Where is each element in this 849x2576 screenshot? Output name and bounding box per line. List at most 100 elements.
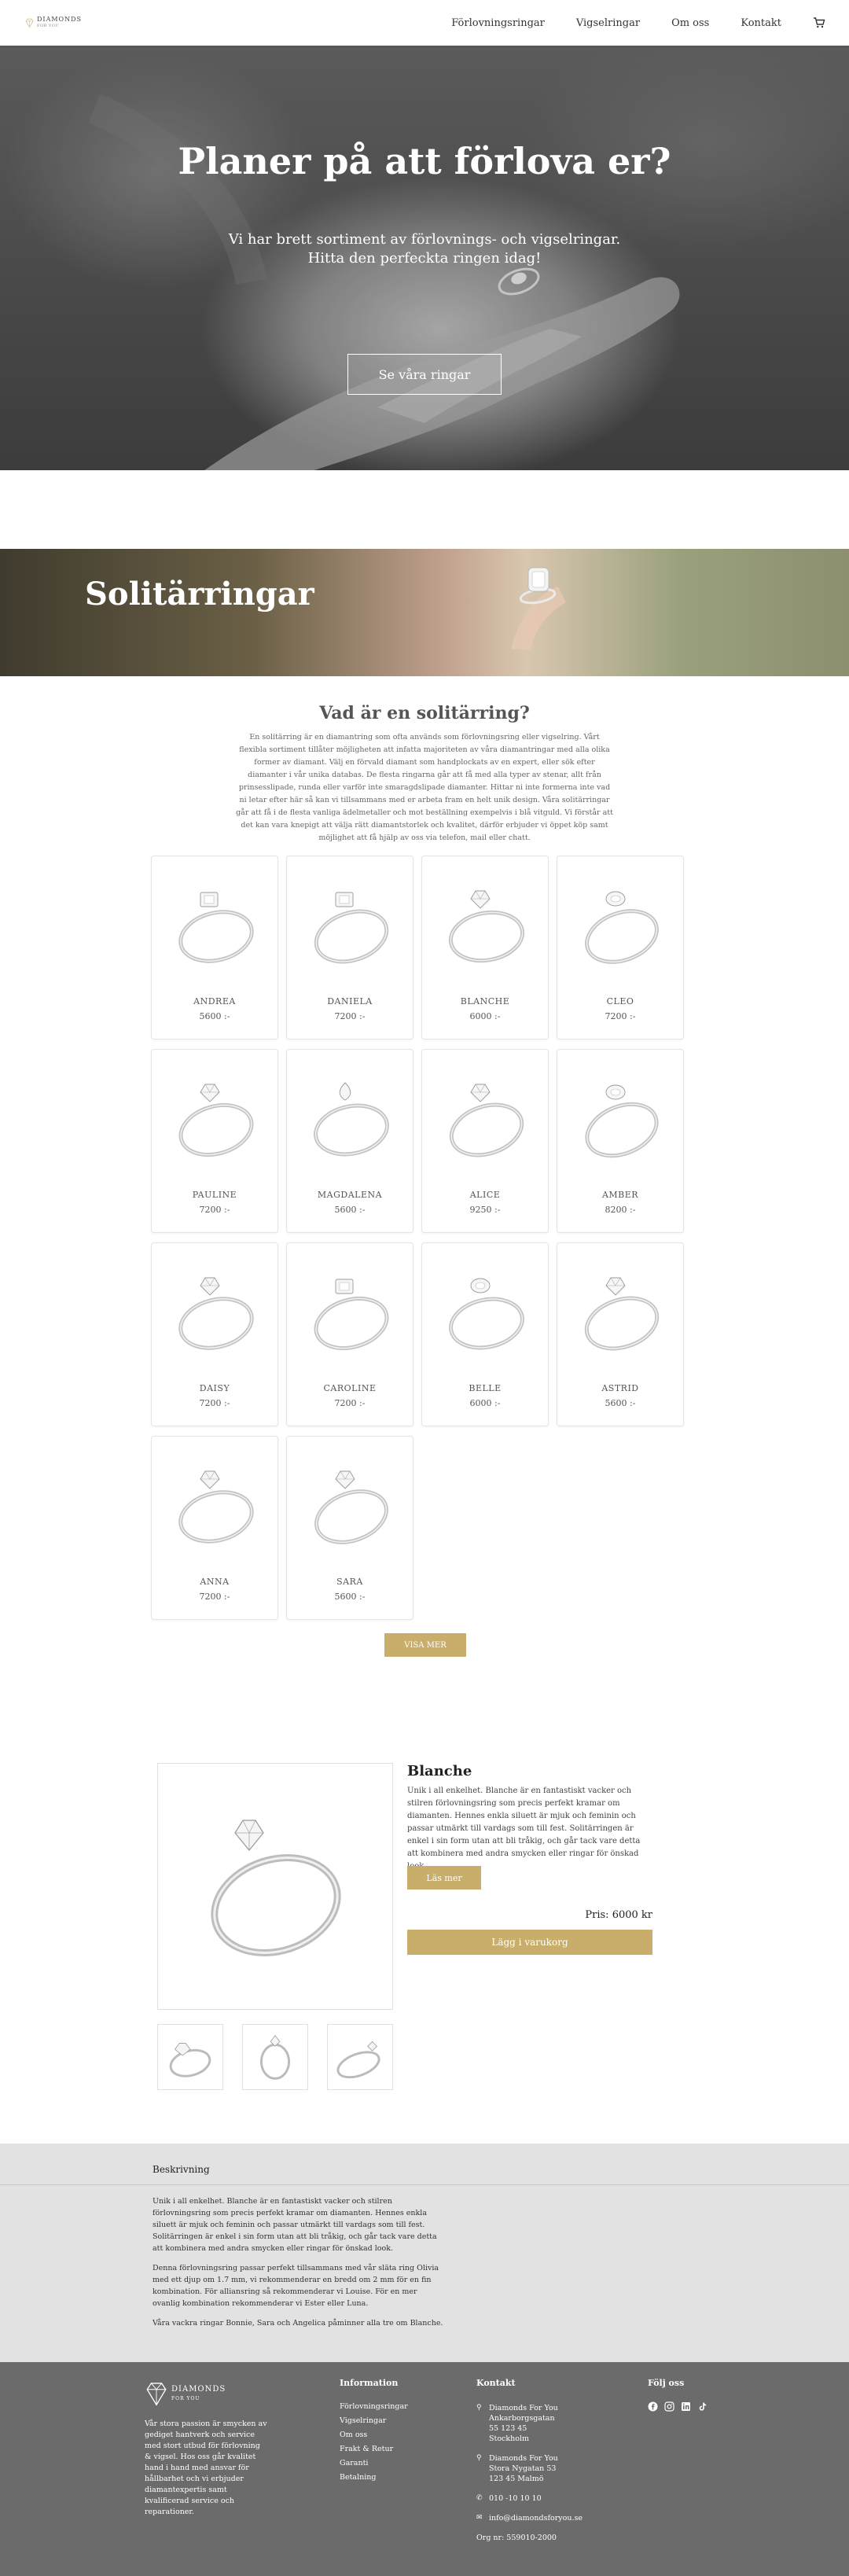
hero-title: Planer på att förlova er? — [178, 140, 671, 182]
ring-image — [314, 1082, 389, 1157]
logo-subtext: FOR YOU — [37, 24, 60, 28]
product-name: DANIELA — [327, 996, 373, 1006]
hero-subtitle: Vi har brett sortiment av förlovnings- o… — [228, 231, 621, 267]
product-card[interactable]: PAULINE 7200 :- — [151, 1049, 278, 1233]
ring-image — [449, 1084, 524, 1157]
footer-contact: ⚲ Diamonds For You Ankarborgsgatan 55 12… — [476, 2404, 583, 2542]
site-footer: DIAMONDS FOR YOU Vår stora passion är sm… — [0, 2362, 849, 2576]
ring-image — [314, 1279, 389, 1351]
location-icon: ⚲ — [476, 2454, 482, 2462]
show-more-button[interactable]: VISA MER — [384, 1633, 466, 1657]
mail-icon: ✉ — [476, 2514, 483, 2522]
ring-image — [211, 1820, 341, 1956]
price-value: 6000 kr — [612, 1909, 652, 1921]
product-main-image[interactable] — [157, 1763, 393, 2010]
footer-info-title: Information — [340, 2378, 399, 2388]
see-rings-button[interactable]: Se våra ringar — [347, 354, 502, 395]
footer-phone[interactable]: 010 -10 10 10 — [489, 2493, 542, 2504]
site-header: DIAMONDS FOR YOU Förlovningsringar Vigse… — [0, 0, 849, 46]
site-logo[interactable]: DIAMONDS FOR YOU — [25, 9, 82, 36]
product-price: 5600 :- — [334, 1592, 366, 1602]
ring-image — [585, 1084, 659, 1158]
facebook-icon[interactable] — [648, 2401, 658, 2412]
product-card[interactable]: ANDREA 5600 :- — [151, 856, 278, 1040]
product-thumbnail-1[interactable] — [157, 2024, 223, 2090]
footer-link[interactable]: Frakt & Retur — [340, 2442, 408, 2456]
hero-section: Planer på att förlova er? Vi har brett s… — [0, 46, 849, 470]
product-price: 6000 :- — [469, 1011, 501, 1021]
product-card[interactable]: MAGDALENA 5600 :- — [286, 1049, 413, 1233]
product-name: ASTRID — [601, 1383, 639, 1393]
product-name: ANDREA — [193, 996, 236, 1006]
product-card[interactable]: BLANCHE 6000 :- — [421, 856, 549, 1040]
product-name: ALICE — [469, 1190, 501, 1200]
footer-about: Vår stora passion är smycken av gediget … — [145, 2420, 267, 2516]
instagram-icon[interactable] — [664, 2401, 674, 2412]
product-card[interactable]: DAISY 7200 :- — [151, 1242, 278, 1426]
product-name: CAROLINE — [323, 1383, 377, 1393]
nav-forlovningsringar[interactable]: Förlovningsringar — [451, 17, 545, 29]
product-card[interactable]: BELLE 6000 :- — [421, 1242, 549, 1426]
footer-logo[interactable]: DIAMONDS FOR YOU — [145, 2378, 231, 2409]
product-name: Blanche — [407, 1763, 472, 1779]
product-card[interactable]: ALICE 9250 :- — [421, 1049, 549, 1233]
footer-link[interactable]: Om oss — [340, 2428, 408, 2442]
product-price: 8200 :- — [605, 1205, 636, 1215]
nav-kontakt[interactable]: Kontakt — [741, 17, 781, 29]
read-more-button[interactable]: Läs mer — [407, 1866, 481, 1890]
product-name: BELLE — [469, 1383, 502, 1393]
product-name: MAGDALENA — [317, 1190, 383, 1200]
ring-image — [178, 1277, 254, 1350]
tab-description[interactable]: Beskrivning — [153, 2164, 210, 2175]
product-price: 5600 :- — [605, 1398, 636, 1408]
product-card[interactable]: ANNA 7200 :- — [151, 1436, 278, 1620]
product-card[interactable]: DANIELA 7200 :- — [286, 856, 413, 1040]
product-name: BLANCHE — [460, 996, 510, 1006]
product-card[interactable]: SARA 5600 :- — [286, 1436, 413, 1620]
product-name: PAULINE — [192, 1190, 237, 1200]
description-section: Beskrivning Unik i all enkelhet. Blanche… — [0, 2144, 849, 2362]
product-price: 7200 :- — [605, 1011, 636, 1021]
footer-email[interactable]: info@diamondsforyou.se — [489, 2513, 583, 2523]
product-thumbnail-2[interactable] — [242, 2024, 308, 2090]
price-label: Pris: — [585, 1909, 609, 1921]
product-name: CLEO — [606, 996, 634, 1006]
product-description: Unik i all enkelhet. Blanche är en fanta… — [407, 1787, 641, 1871]
category-title: Solitärringar — [85, 576, 314, 613]
add-to-cart-button[interactable]: Lägg i varukorg — [407, 1930, 652, 1955]
footer-link[interactable]: Garanti — [340, 2456, 408, 2471]
logo-text: DIAMONDS — [37, 16, 82, 23]
product-name: ANNA — [200, 1577, 230, 1587]
ring-image — [314, 1470, 388, 1544]
product-card[interactable]: CAROLINE 7200 :- — [286, 1242, 413, 1426]
product-price: 7200 :- — [199, 1592, 230, 1602]
product-card[interactable]: ASTRID 5600 :- — [557, 1242, 684, 1426]
nav-vigselringar[interactable]: Vigselringar — [576, 17, 640, 29]
product-price: 5600 :- — [334, 1205, 366, 1215]
linkedin-icon[interactable] — [681, 2401, 691, 2412]
product-card[interactable]: CLEO 7200 :- — [557, 856, 684, 1040]
product-price: 7200 :- — [199, 1398, 230, 1408]
phone-icon: ✆ — [476, 2494, 483, 2502]
product-price: Pris: 6000 kr — [407, 1909, 652, 1921]
footer-contact-title: Kontakt — [476, 2378, 516, 2388]
tiktok-icon[interactable] — [697, 2401, 708, 2412]
ring-image — [178, 1084, 254, 1157]
product-card[interactable]: AMBER 8200 :- — [557, 1049, 684, 1233]
product-price: 7200 :- — [334, 1011, 366, 1021]
product-price: 6000 :- — [469, 1398, 501, 1408]
product-price: 9250 :- — [469, 1205, 501, 1215]
footer-link[interactable]: Betalning — [340, 2471, 408, 2485]
product-thumbnail-3[interactable] — [327, 2024, 393, 2090]
ring-image — [314, 892, 389, 964]
nav-om-oss[interactable]: Om oss — [671, 17, 709, 29]
description-body: Unik i all enkelhet. Blanche är en fanta… — [153, 2197, 443, 2328]
footer-link[interactable]: Förlovningsringar — [340, 2400, 408, 2414]
location-icon: ⚲ — [476, 2404, 482, 2412]
product-name: AMBER — [601, 1190, 639, 1200]
ring-image — [584, 1277, 660, 1351]
product-name: SARA — [336, 1577, 363, 1587]
product-name: DAISY — [199, 1383, 230, 1393]
footer-link[interactable]: Vigselringar — [340, 2414, 408, 2428]
cart-icon[interactable] — [813, 17, 825, 29]
